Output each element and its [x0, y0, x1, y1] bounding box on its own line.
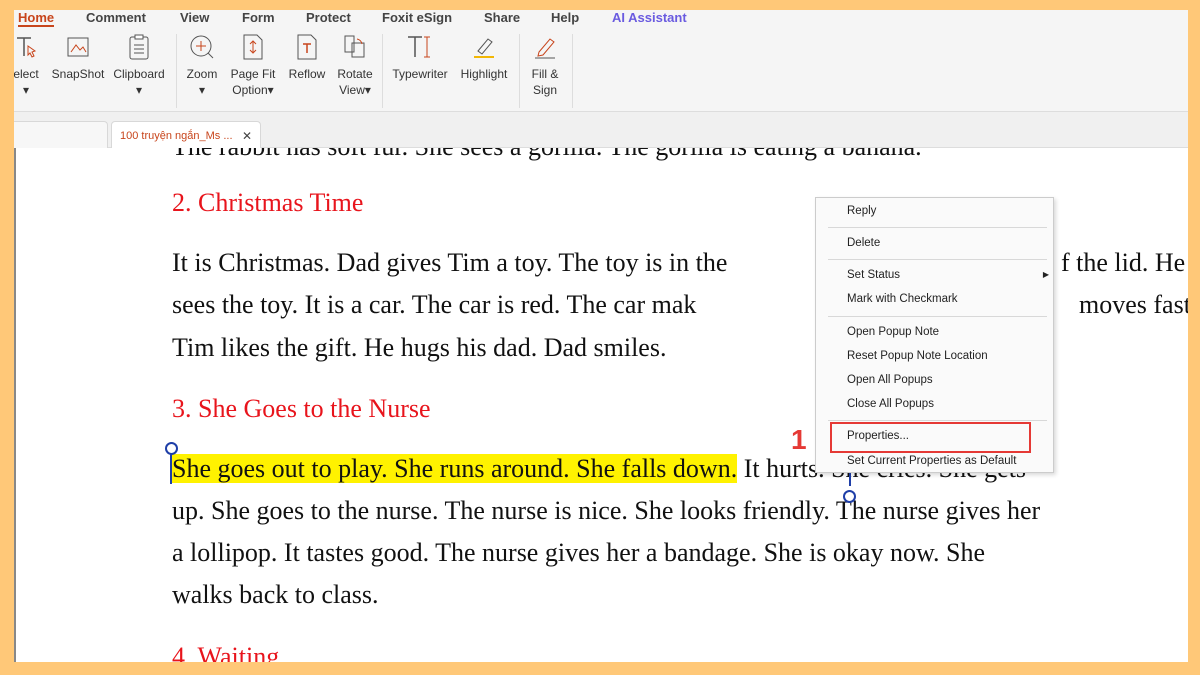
menu-item-close-all-popups[interactable]: Close All Popups: [847, 398, 934, 410]
highlight-icon: [456, 32, 512, 62]
typewriter-icon: [388, 32, 452, 62]
heading-she-goes-to-the-nurse: 3. She Goes to the Nurse: [172, 394, 431, 423]
page-fit-icon: [228, 32, 278, 62]
menu-bar: Home Comment View Form Protect Foxit eSi…: [14, 10, 1188, 28]
tab-foxit-esign[interactable]: Foxit eSign: [382, 10, 452, 25]
menu-item-open-all-popups[interactable]: Open All Popups: [847, 374, 933, 386]
menu-item-open-popup-note[interactable]: Open Popup Note: [847, 326, 939, 338]
highlight-button[interactable]: Highlight: [456, 32, 512, 82]
reflow-icon: [284, 32, 330, 62]
highlight-annotation[interactable]: She goes out to play. She runs around. S…: [172, 454, 738, 483]
text-line: It is Christmas. Dad gives Tim a toy. Th…: [172, 248, 728, 277]
tab-ai-assistant[interactable]: AI Assistant: [612, 10, 687, 25]
rotate-icon: [332, 32, 378, 62]
document-tab-bar: 100 truyện ngắn_Ms ... ✕: [14, 112, 1188, 149]
text-line: The rabbit has soft fur. She sees a gori…: [172, 148, 922, 162]
heading-waiting: 4. Waiting: [172, 642, 280, 662]
clipboard-button[interactable]: Clipboard ▾: [110, 32, 168, 98]
selection-start-bar: [170, 452, 172, 484]
select-icon: [14, 32, 44, 62]
snapshot-button[interactable]: SnapShot: [50, 32, 106, 82]
menu-item-reset-popup-note-location[interactable]: Reset Popup Note Location: [847, 350, 988, 362]
text-line: moves fast.: [1079, 290, 1188, 319]
selection-start-handle[interactable]: [165, 442, 178, 455]
menu-item-mark-with-checkmark[interactable]: Mark with Checkmark: [847, 293, 958, 305]
text-line: up. She goes to the nurse. The nurse is …: [172, 496, 1041, 525]
submenu-arrow-icon: ▶: [1042, 270, 1049, 279]
fill-sign-button[interactable]: Fill & Sign: [524, 32, 566, 98]
snapshot-icon: [50, 32, 106, 62]
step-number-label: 1: [791, 424, 807, 455]
document-tab-active[interactable]: 100 truyện ngắn_Ms ... ✕: [111, 121, 261, 149]
text-line: a lollipop. It tastes good. The nurse gi…: [172, 538, 986, 567]
text-line: sees the toy. It is a car. The car is re…: [172, 290, 697, 319]
close-tab-icon[interactable]: ✕: [242, 129, 252, 143]
clipboard-icon: [110, 32, 168, 62]
tab-share[interactable]: Share: [484, 10, 520, 25]
select-button[interactable]: elect ▾: [14, 32, 44, 98]
tab-help[interactable]: Help: [551, 10, 579, 25]
tab-home[interactable]: Home: [18, 10, 55, 27]
document-tab-previous[interactable]: [14, 121, 108, 149]
heading-christmas-time: 2. Christmas Time: [172, 188, 364, 217]
zoom-icon: [182, 32, 222, 62]
ribbon: elect ▾ SnapShot Clipboard ▾ Zoom ▾ Page Fi…: [14, 28, 1188, 112]
tab-comment[interactable]: Comment: [86, 10, 146, 25]
menu-item-set-status[interactable]: Set Status: [847, 269, 900, 281]
tab-view[interactable]: View: [180, 10, 209, 25]
zoom-button[interactable]: Zoom ▾: [182, 32, 222, 98]
reflow-button[interactable]: Reflow: [284, 32, 330, 82]
text-line: walks back to class.: [172, 580, 379, 609]
context-menu: Reply Delete Set Status ▶ Mark with Chec…: [815, 197, 1054, 473]
page-fit-option-button[interactable]: Page Fit Option▾: [228, 32, 278, 98]
text-line: f the lid. He: [1061, 248, 1186, 277]
menu-item-reply[interactable]: Reply: [847, 205, 876, 217]
typewriter-button[interactable]: Typewriter: [388, 32, 452, 82]
properties-callout-box: [830, 422, 1031, 453]
selection-end-handle[interactable]: [843, 490, 856, 503]
rotate-view-button[interactable]: Rotate View▾: [332, 32, 378, 98]
menu-item-set-current-properties-default[interactable]: Set Current Properties as Default: [847, 455, 1016, 467]
menu-item-delete[interactable]: Delete: [847, 237, 880, 249]
fill-sign-icon: [524, 32, 566, 62]
tab-form[interactable]: Form: [242, 10, 275, 25]
text-line: Tim likes the gift. He hugs his dad. Dad…: [172, 333, 667, 362]
tab-protect[interactable]: Protect: [306, 10, 351, 25]
